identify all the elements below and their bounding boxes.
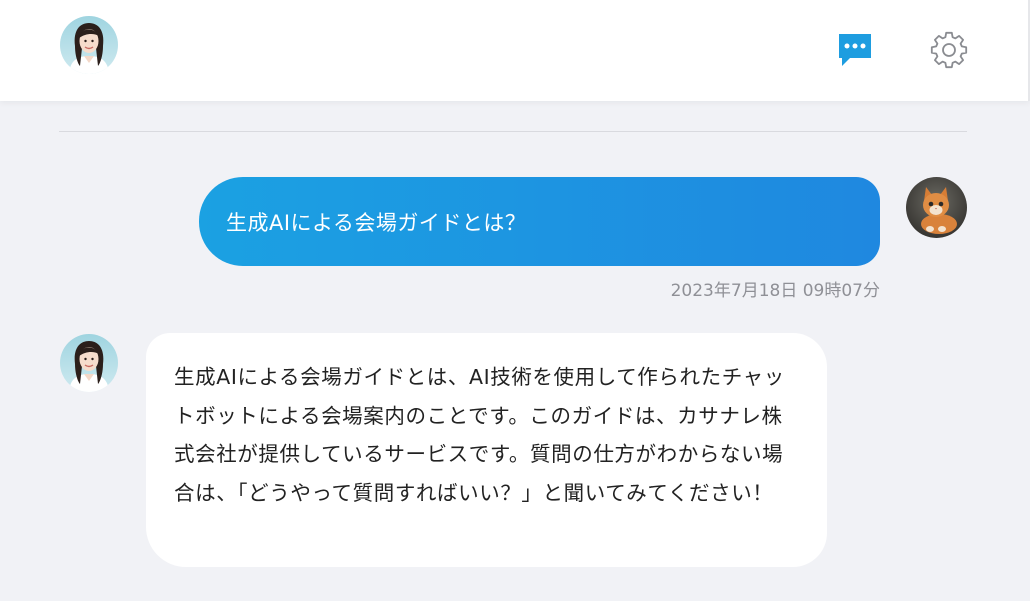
user-message-text: 生成AIによる会場ガイドとは？ <box>226 210 527 235</box>
app-header <box>0 0 1030 101</box>
bot-message-text: 生成AIによる会場ガイドとは、AI技術を使用して作られたチャットボットによる会場… <box>174 365 785 505</box>
gear-icon[interactable] <box>930 31 968 69</box>
chat-bubble-icon[interactable] <box>836 31 874 69</box>
bot-avatar[interactable] <box>60 334 118 392</box>
user-avatar[interactable] <box>906 177 967 238</box>
bot-avatar[interactable] <box>60 16 118 74</box>
divider <box>59 131 967 132</box>
bot-message-bubble: 生成AIによる会場ガイドとは、AI技術を使用して作られたチャットボットによる会場… <box>146 333 827 567</box>
user-message-bubble: 生成AIによる会場ガイドとは？ <box>199 177 880 266</box>
message-timestamp: 2023年7月18日 09時07分 <box>670 281 880 301</box>
